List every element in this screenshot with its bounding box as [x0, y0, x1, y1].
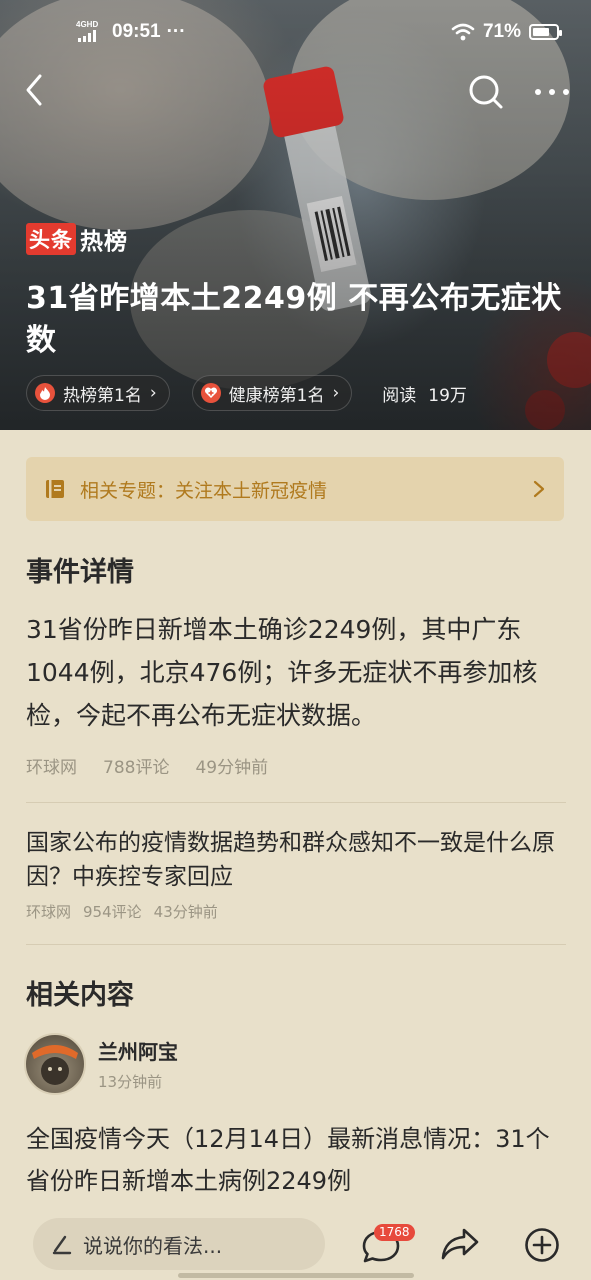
- divider: [26, 802, 566, 803]
- more-icon: [535, 89, 541, 95]
- share-icon: [441, 1228, 479, 1260]
- pen-icon: [52, 1235, 72, 1255]
- hero-tags: 热榜第1名 › 健康榜第1名 › 阅读 19万: [26, 375, 467, 411]
- comment-count-badge: 1768: [374, 1224, 415, 1241]
- comment-input[interactable]: 说说你的看法...: [33, 1218, 325, 1270]
- back-button[interactable]: [20, 72, 50, 108]
- event-meta: 环球网 788评论 49分钟前: [26, 753, 268, 778]
- hot-list-badge: 头条 热榜: [26, 222, 128, 256]
- battery-icon: [529, 24, 562, 40]
- divider: [26, 944, 566, 945]
- avatar[interactable]: [24, 1033, 86, 1095]
- status-time: 09:51: [112, 21, 161, 42]
- toutiao-badge: 头条: [26, 223, 76, 255]
- more-button[interactable]: [532, 80, 572, 104]
- back-arrow-icon: [26, 74, 42, 106]
- related-topic-bar[interactable]: 相关专题：关注本土新冠疫情: [26, 457, 564, 521]
- share-button[interactable]: [440, 1226, 480, 1262]
- book-icon: [46, 480, 64, 498]
- related-article-source: 环球网: [26, 903, 72, 921]
- tag-health-rank[interactable]: 健康榜第1名 ›: [191, 375, 353, 411]
- author-row[interactable]: 兰州阿宝 13分钟前: [24, 1033, 178, 1095]
- related-section-title: 相关内容: [26, 980, 134, 1011]
- author-info: 兰州阿宝 13分钟前: [98, 1036, 178, 1092]
- related-article-title[interactable]: 国家公布的疫情数据趋势和群众感知不一致是什么原因？中疾控专家回应: [26, 826, 566, 894]
- chevron-right-icon: ›: [332, 383, 340, 403]
- hot-list-label: 热榜: [80, 229, 128, 255]
- related-article-meta: 环球网 954评论 43分钟前: [26, 901, 218, 922]
- event-time: 49分钟前: [195, 758, 269, 778]
- author-time: 13分钟前: [98, 1073, 163, 1091]
- battery-fill: [533, 28, 549, 36]
- tag-hot-rank[interactable]: 热榜第1名 ›: [26, 375, 170, 411]
- add-button[interactable]: [524, 1227, 560, 1263]
- page-title: 31省昨增本土2249例 不再公布无症状数: [26, 281, 562, 358]
- status-right: 71%: [451, 21, 562, 43]
- related-article-comments: 954评论: [83, 903, 142, 921]
- search-button[interactable]: [466, 72, 506, 112]
- read-count: 阅读 19万: [382, 381, 467, 406]
- bottom-bar: 说说你的看法... 1768: [0, 1210, 591, 1280]
- tag-hot-rank-label: 热榜第1名: [63, 385, 142, 406]
- wifi-icon: [451, 23, 475, 41]
- tag-health-rank-label: 健康榜第1名: [228, 385, 325, 406]
- event-summary: 31省份昨日新增本土确诊2249例，其中广东1044例，北京476例；许多无症状…: [26, 615, 538, 730]
- status-bar: 4GHD 09:51 ··· 71%: [0, 18, 591, 48]
- status-overflow: ···: [166, 21, 186, 42]
- hero-shade: [0, 0, 591, 430]
- signal-icon: 4GHD: [76, 21, 106, 43]
- comment-placeholder: 说说你的看法...: [83, 1233, 223, 1258]
- post-text[interactable]: 全国疫情今天（12月14日）最新消息情况：31个省份昨日新增本土病例2249例: [26, 1118, 571, 1202]
- battery-percent: 71%: [482, 21, 521, 42]
- related-topic-label: 相关专题：关注本土新冠疫情: [80, 479, 328, 502]
- heart-plus-icon: [200, 383, 221, 403]
- read-value: 19万: [428, 385, 467, 406]
- hero-banner: [0, 0, 591, 430]
- chevron-right-icon: ›: [149, 383, 157, 403]
- event-comments: 788评论: [103, 758, 170, 778]
- event-source: 环球网: [26, 758, 77, 778]
- read-label: 阅读: [382, 385, 417, 406]
- network-type: 4GHD: [76, 20, 99, 29]
- status-left: 4GHD 09:51 ···: [76, 21, 186, 43]
- flame-icon: [35, 383, 55, 403]
- chevron-right-icon: [533, 480, 545, 498]
- related-article-time: 43分钟前: [153, 903, 218, 921]
- home-indicator[interactable]: [178, 1273, 414, 1278]
- author-name[interactable]: 兰州阿宝: [98, 1036, 178, 1065]
- event-section-title: 事件详情: [26, 557, 134, 588]
